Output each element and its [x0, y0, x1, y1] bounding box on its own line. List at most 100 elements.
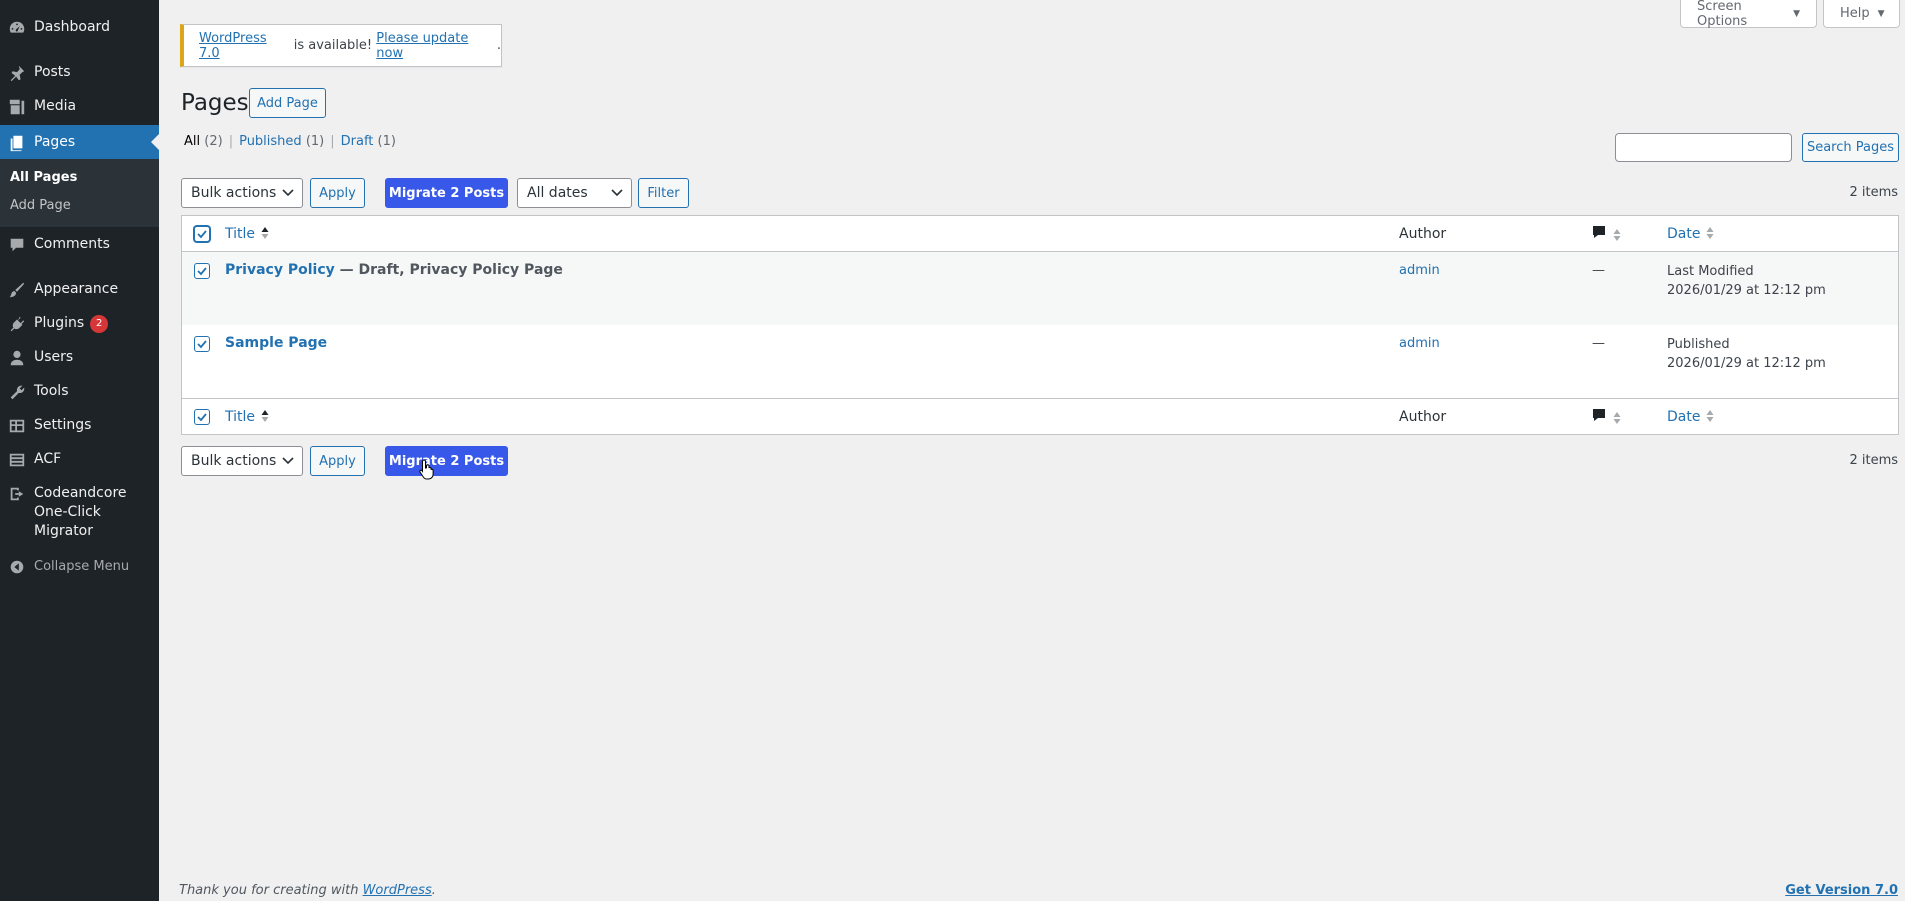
row-title-link[interactable]: Privacy Policy [225, 262, 335, 278]
sidebar-item-label: Media [34, 98, 77, 114]
bulk-actions-select[interactable]: Bulk actions [181, 178, 303, 208]
update-notice: WordPress 7.0 is available! Please updat… [180, 24, 502, 67]
update-now-link[interactable]: Please update now [376, 31, 497, 61]
select-all-checkbox-bottom[interactable] [194, 409, 210, 425]
filter-all[interactable]: All (2) [184, 134, 223, 149]
date-filter-select[interactable]: All dates [517, 178, 632, 208]
filter-published[interactable]: Published (1) [239, 134, 324, 149]
row-author-link[interactable]: admin [1399, 263, 1440, 278]
row-title-cell: Privacy Policy — Draft, Privacy Policy P… [225, 262, 563, 278]
date-filter-value: All dates [527, 185, 588, 201]
get-version-link[interactable]: Get Version 7.0 [1785, 883, 1898, 898]
sort-icon [1706, 226, 1714, 239]
sidebar-item-label: Settings [34, 417, 92, 433]
user-icon [0, 348, 34, 367]
check-icon [197, 340, 207, 349]
sort-icon [1613, 412, 1621, 424]
row-author-link[interactable]: admin [1399, 336, 1440, 351]
sidebar-item-label: Posts [34, 64, 71, 80]
sidebar-item-label: Plugins 2 [34, 314, 109, 333]
select-all-checkbox[interactable] [194, 226, 210, 242]
sidebar-item-dashboard[interactable]: Dashboard [0, 18, 159, 37]
migrate-posts-button-bottom[interactable]: Migrate 2 Posts [385, 446, 508, 476]
check-icon [197, 267, 207, 276]
row-title-cell: Sample Page [225, 335, 327, 351]
sort-icon [261, 410, 269, 422]
sidebar-item-pages[interactable]: Pages [0, 125, 159, 159]
page-title: Pages [181, 90, 249, 116]
submenu-all-pages[interactable]: All Pages [10, 170, 77, 185]
apply-button[interactable]: Apply [310, 178, 365, 208]
sidebar-item-label: Dashboard [34, 19, 110, 35]
comment-icon [1593, 409, 1605, 421]
bulk-actions-select-bottom[interactable]: Bulk actions [181, 446, 303, 476]
filter-draft[interactable]: Draft (1) [341, 134, 396, 149]
sidebar-item-label: ACF [34, 451, 62, 467]
table-row: Privacy Policy — Draft, Privacy Policy P… [182, 252, 1898, 325]
row-date: Last Modified 2026/01/29 at 12:12 pm [1667, 264, 1826, 298]
hand-cursor-icon [419, 459, 434, 480]
date-column-footer[interactable]: Date [1667, 409, 1714, 425]
screen-options-button[interactable]: Screen Options ▼ [1680, 0, 1817, 29]
row-title-link[interactable]: Sample Page [225, 335, 327, 351]
check-icon [197, 413, 207, 422]
sidebar-item-label: Tools [34, 383, 69, 399]
filter-button[interactable]: Filter [638, 178, 689, 208]
sidebar-item-plugins[interactable]: Plugins 2 [0, 314, 159, 333]
collapse-menu-button[interactable]: Collapse Menu [0, 557, 159, 576]
plugin-update-badge: 2 [90, 314, 109, 333]
caret-down-icon: ▼ [1877, 8, 1885, 19]
settings-icon [0, 416, 34, 435]
post-state: — Draft, Privacy Policy Page [334, 262, 563, 278]
help-label: Help [1840, 6, 1870, 21]
collapse-icon [0, 557, 34, 576]
pin-icon [0, 63, 34, 82]
notice-text: is available! [289, 38, 377, 53]
bulk-actions-value: Bulk actions [191, 453, 277, 469]
wordpress-version-link[interactable]: WordPress 7.0 [199, 31, 290, 61]
wordpress-link[interactable]: WordPress [363, 883, 432, 898]
collapse-label: Collapse Menu [34, 559, 130, 574]
sidebar-item-settings[interactable]: Settings [0, 416, 159, 435]
sidebar-item-label: Codeandcore One-Click Migrator [34, 485, 127, 539]
row-date: Published 2026/01/29 at 12:12 pm [1667, 337, 1826, 371]
sidebar-item-appearance[interactable]: Appearance [0, 280, 159, 299]
status-filters: All (2) | Published (1) | Draft (1) [184, 134, 396, 149]
sidebar-item-label: Pages [34, 133, 76, 150]
sidebar-item-posts[interactable]: Posts [0, 63, 159, 82]
chevron-down-icon [282, 189, 294, 197]
search-pages-button[interactable]: Search Pages [1802, 133, 1899, 162]
help-button[interactable]: Help ▼ [1823, 0, 1900, 28]
search-input[interactable] [1615, 133, 1792, 162]
footer-version: Get Version 7.0 [1785, 883, 1898, 898]
add-page-button[interactable]: Add Page [249, 88, 326, 118]
row-comments: — [1592, 263, 1605, 278]
sidebar-item-label: Appearance [34, 281, 119, 297]
check-icon [197, 230, 207, 239]
sidebar-item-tools[interactable]: Tools [0, 382, 159, 401]
comments-column-footer[interactable] [1591, 407, 1621, 427]
sidebar-item-users[interactable]: Users [0, 348, 159, 367]
table-footer: Title Author Date [182, 398, 1898, 435]
table-icon [0, 450, 34, 469]
submenu-add-page[interactable]: Add Page [10, 198, 71, 213]
chevron-down-icon [611, 189, 623, 197]
date-column-header[interactable]: Date [1667, 226, 1714, 242]
notice-end: . [496, 38, 501, 53]
row-comments: — [1592, 336, 1605, 351]
title-column-header[interactable]: Title [225, 226, 269, 242]
migrate-posts-button[interactable]: Migrate 2 Posts [385, 178, 508, 208]
sidebar-item-migrator[interactable]: Codeandcore One-Click Migrator [0, 484, 159, 541]
sidebar-item-comments[interactable]: Comments [0, 235, 159, 254]
sort-icon [261, 226, 269, 239]
row-checkbox[interactable] [194, 263, 210, 279]
title-column-footer[interactable]: Title [225, 409, 269, 425]
comments-column-header[interactable] [1591, 224, 1621, 244]
sidebar-item-acf[interactable]: ACF [0, 450, 159, 469]
apply-button-bottom[interactable]: Apply [310, 446, 365, 476]
sidebar-item-media[interactable]: Media [0, 97, 159, 116]
author-column-footer: Author [1399, 409, 1447, 425]
row-checkbox[interactable] [194, 336, 210, 352]
sort-icon [1706, 410, 1714, 422]
media-icon [0, 97, 34, 116]
